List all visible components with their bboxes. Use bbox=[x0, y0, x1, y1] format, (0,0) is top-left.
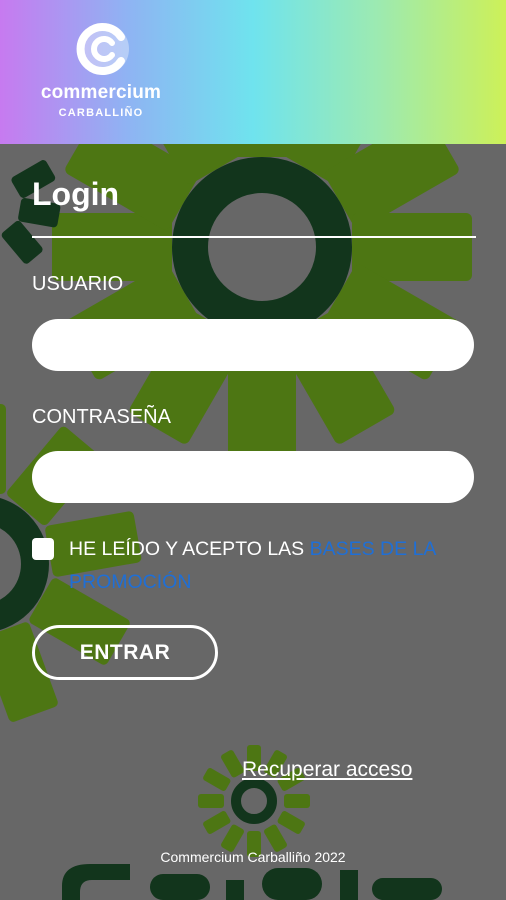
brand-subtitle: CARBALLIÑO bbox=[58, 107, 144, 119]
carballino-wordmark-graphic bbox=[62, 864, 442, 900]
background-sun-artwork bbox=[0, 144, 472, 900]
accept-terms-label: HE LEÍDO Y ACEPTO LAS bbox=[69, 538, 310, 560]
commercium-c-logo-icon bbox=[76, 23, 129, 75]
password-label: CONTRASEÑA bbox=[32, 406, 171, 428]
brand-logo: commercium CARBALLIÑO bbox=[36, 20, 166, 125]
footer-copyright: Commercium Carballiño 2022 bbox=[160, 849, 346, 865]
accept-terms-text: HE LEÍDO Y ACEPTO LAS BASES DE LA PROMOC… bbox=[69, 533, 479, 599]
accept-terms-checkbox[interactable] bbox=[32, 538, 54, 560]
enter-button[interactable]: ENTRAR bbox=[32, 625, 218, 680]
username-label: USUARIO bbox=[32, 273, 124, 295]
recover-access-link[interactable]: Recuperar acceso bbox=[242, 758, 412, 782]
page-title: Login bbox=[32, 176, 120, 212]
password-input[interactable] bbox=[32, 451, 474, 503]
title-divider bbox=[32, 236, 476, 238]
username-input[interactable] bbox=[32, 319, 474, 371]
app-header: commercium CARBALLIÑO bbox=[0, 0, 506, 144]
brand-name: commercium bbox=[40, 82, 162, 103]
